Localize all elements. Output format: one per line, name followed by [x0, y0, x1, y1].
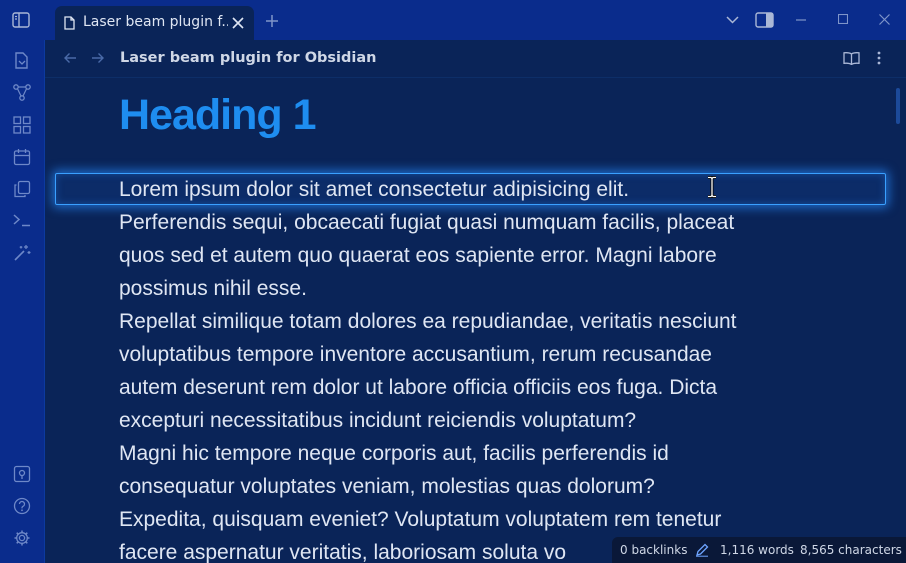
open-file-icon[interactable]	[14, 52, 30, 69]
status-bar: 0 backlinks 1,116 words 8,565 characters	[612, 537, 906, 563]
graph-icon[interactable]	[13, 84, 31, 101]
close-icon[interactable]	[232, 17, 244, 29]
reading-view-icon[interactable]	[843, 51, 860, 65]
text-line: Perferendis sequi, obcaecati fugiat quas…	[119, 211, 735, 234]
text-line: quos sed et autem quo quaerat eos sapien…	[119, 244, 717, 267]
character-count: 8,565 characters	[800, 543, 902, 557]
text-line: Lorem ipsum dolor sit amet consectetur a…	[119, 178, 630, 201]
text-line: Expedita, quisquam eveniet? Voluptatum v…	[119, 508, 722, 531]
editor-content[interactable]: Heading 1 Lorem ipsum dolor sit amet con…	[45, 78, 906, 563]
file-icon	[64, 16, 75, 30]
sidebar-toggle-icon[interactable]	[12, 12, 30, 28]
text-line: voluptatibus tempore inventore accusanti…	[119, 343, 712, 366]
view-title: Laser beam plugin for Obsidian	[120, 50, 377, 66]
title-bar: Laser beam plugin f...	[0, 0, 906, 40]
text-line: autem deserunt rem dolor ut labore offic…	[119, 376, 718, 399]
tab-title: Laser beam plugin f...	[83, 14, 228, 30]
back-arrow-icon[interactable]	[63, 52, 77, 64]
heading-1: Heading 1	[119, 91, 316, 139]
terminal-icon[interactable]	[13, 213, 31, 227]
pencil-icon[interactable]	[695, 543, 709, 557]
text-line: possimus nihil esse.	[119, 277, 307, 300]
left-ribbon	[0, 40, 44, 563]
vault-icon[interactable]	[13, 465, 31, 483]
maximize-icon[interactable]	[838, 14, 848, 24]
more-options-icon[interactable]	[877, 51, 881, 65]
forward-arrow-icon[interactable]	[91, 52, 105, 64]
paragraph[interactable]: Lorem ipsum dolor sit amet consectetur a…	[119, 173, 839, 563]
settings-icon[interactable]	[13, 529, 31, 547]
new-tab-icon[interactable]	[265, 14, 279, 28]
copy-icon[interactable]	[13, 180, 31, 198]
text-line: consequatur voluptates veniam, molestias…	[119, 475, 655, 498]
scrollbar[interactable]	[896, 88, 900, 124]
text-line: Repellat similique totam dolores ea repu…	[119, 310, 737, 333]
tab-active[interactable]: Laser beam plugin f...	[55, 6, 254, 40]
text-line: excepturi necessitatibus incidunt reicie…	[119, 409, 637, 432]
right-sidebar-toggle-icon[interactable]	[755, 12, 774, 28]
canvas-icon[interactable]	[13, 116, 31, 134]
text-line: Magni hic tempore neque corporis aut, fa…	[119, 442, 669, 465]
chevron-down-icon[interactable]	[726, 16, 739, 24]
magic-wand-icon[interactable]	[13, 244, 31, 262]
word-count: 1,116 words	[720, 543, 794, 557]
minimize-icon[interactable]	[796, 19, 806, 21]
text-cursor-icon	[706, 176, 718, 198]
backlinks-count[interactable]: 0 backlinks	[620, 543, 687, 557]
view-header: Laser beam plugin for Obsidian	[45, 40, 906, 78]
help-icon[interactable]	[13, 497, 31, 515]
window-close-icon[interactable]	[879, 14, 890, 25]
calendar-icon[interactable]	[13, 148, 31, 166]
